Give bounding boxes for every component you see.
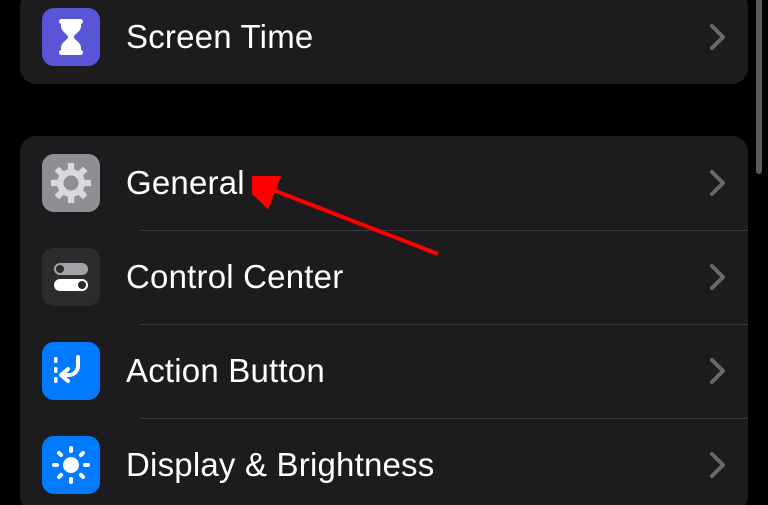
settings-group-1: Screen Time [20,0,748,84]
row-label: Action Button [126,352,698,390]
row-action-button[interactable]: Action Button [20,324,748,418]
chevron-right-icon [710,358,726,384]
action-icon [42,342,100,400]
settings-group-2: General Control Center [20,136,748,505]
row-display-brightness[interactable]: Display & Brightness [20,418,748,505]
scroll-indicator[interactable] [756,0,762,174]
row-label: Display & Brightness [126,446,698,484]
row-label: Control Center [126,258,698,296]
gear-icon [42,154,100,212]
chevron-right-icon [710,24,726,50]
row-control-center[interactable]: Control Center [20,230,748,324]
chevron-right-icon [710,452,726,478]
row-label: General [126,164,698,202]
hourglass-icon [42,8,100,66]
chevron-right-icon [710,264,726,290]
row-general[interactable]: General [20,136,748,230]
toggles-icon [42,248,100,306]
row-label: Screen Time [126,18,698,56]
settings-screen: Screen Time [0,0,768,495]
chevron-right-icon [710,170,726,196]
row-screen-time[interactable]: Screen Time [20,0,748,84]
brightness-icon [42,436,100,494]
